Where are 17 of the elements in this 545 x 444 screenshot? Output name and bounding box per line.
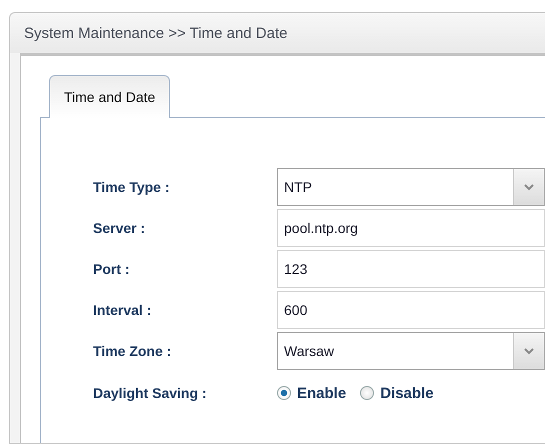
field-label: Time Type : xyxy=(93,179,171,195)
input-field[interactable]: pool.ntp.org xyxy=(277,209,545,247)
page-title: System Maintenance >> Time and Date xyxy=(24,24,288,42)
radio-option[interactable]: Enable xyxy=(277,384,346,402)
field-label: Time Zone : xyxy=(93,343,172,359)
input-field[interactable]: 123 xyxy=(277,250,545,288)
field-label: Daylight Saving : xyxy=(93,385,208,401)
field-label: Port : xyxy=(93,261,131,277)
chevron-down-icon xyxy=(524,184,534,190)
radio-option[interactable]: Disable xyxy=(360,384,434,402)
chevron-down-icon xyxy=(524,348,534,354)
field-label: Server : xyxy=(93,220,146,236)
field-label: Interval : xyxy=(93,302,152,318)
dropdown[interactable]: NTP xyxy=(277,168,545,206)
input-field[interactable]: 600 xyxy=(277,291,545,329)
dropdown[interactable]: Warsaw xyxy=(277,332,545,370)
tab[interactable]: Time and Date xyxy=(49,75,170,118)
